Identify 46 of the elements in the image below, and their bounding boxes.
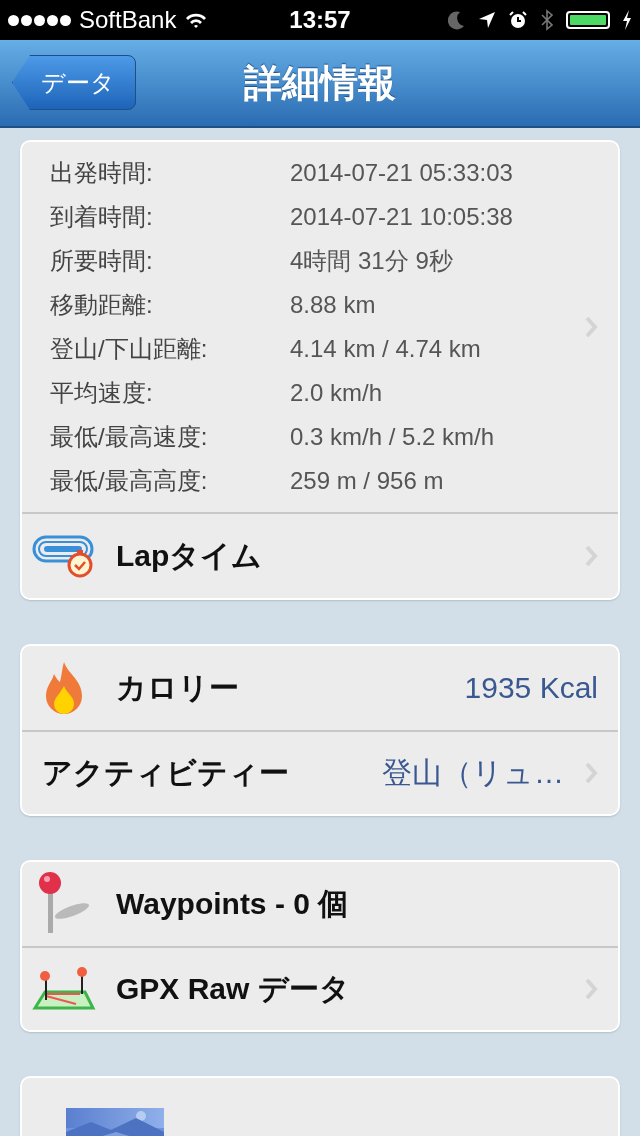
moon-icon [448, 10, 466, 30]
stat-label: 最低/最高高度: [50, 466, 209, 496]
chevron-icon [584, 545, 598, 567]
carrier-name: SoftBank [79, 6, 177, 34]
chevron-icon [584, 978, 598, 1000]
list-row[interactable]: GPX Raw データ [22, 946, 618, 1030]
stat-label: 所要時間: [50, 246, 154, 276]
chevron-icon [584, 316, 598, 338]
row-value: 登山（リュ… [382, 754, 564, 791]
location-arrow-icon [478, 11, 496, 29]
back-button[interactable]: データ [12, 55, 136, 110]
row-label: アクティビティー [42, 754, 289, 791]
status-time: 13:57 [289, 6, 351, 34]
chevron-icon [584, 762, 598, 784]
stat-label: 移動距離: [50, 290, 154, 320]
stat-label: 到着時間: [50, 202, 154, 232]
stat-value: 4.14 km / 4.74 km [290, 334, 482, 364]
stat-label: 平均速度: [50, 378, 154, 408]
row-label: カロリー [116, 669, 239, 706]
map-route-icon [32, 966, 96, 1012]
summary-row[interactable]: 出発時間: 2014-07-21 05:33:03 到着時間: 2014-07-21 10:05:38 所要時間: 4時間 31分 9秒 移動距離: 8.88 km 登山/下山距離: 4.14 km / 4.74 km 平均速度: 2.0 km/h 最低/最高速度: 0.3 km/h / 5.2 km/h 最低/最高高度: 259 m / 956 m [22, 142, 618, 514]
row-label: Lapタイム [116, 537, 263, 574]
wifi-icon [184, 11, 209, 29]
battery-icon [566, 11, 610, 29]
stat-value: 2014-07-21 05:33:03 [290, 158, 514, 188]
list-row[interactable]: Lapタイム [22, 514, 618, 598]
row-value: 1935 Kcal [464, 671, 598, 705]
stat-value: 0.3 km/h / 5.2 km/h [290, 422, 496, 452]
stat-value: 259 m / 956 m [290, 466, 445, 496]
stat-label: 登山/下山距離: [50, 334, 209, 364]
stat-label: 出発時間: [50, 158, 154, 188]
stat-label: 最低/最高速度: [50, 422, 209, 452]
bluetooth-icon [540, 9, 554, 31]
list-row[interactable]: アクティビティー 登山（リュ… [22, 730, 618, 814]
screen-title: 詳細情報 [244, 60, 396, 106]
stat-value: 8.88 km [290, 290, 377, 320]
row-label: GPX Raw データ [116, 970, 350, 1007]
list-row[interactable]: カロリー 1935 Kcal [22, 646, 618, 730]
list-row[interactable]: Waypoints - 0 個 [22, 862, 618, 946]
signal-icon [8, 14, 71, 26]
stat-value: 2.0 km/h [290, 378, 384, 408]
row-label: Waypoints - 0 個 [116, 885, 349, 922]
stat-value: 2014-07-21 10:05:38 [290, 202, 514, 232]
stopwatch-track-icon [32, 533, 96, 579]
stat-value: 4時間 31分 9秒 [290, 246, 454, 276]
alarm-clock-icon [508, 10, 528, 30]
